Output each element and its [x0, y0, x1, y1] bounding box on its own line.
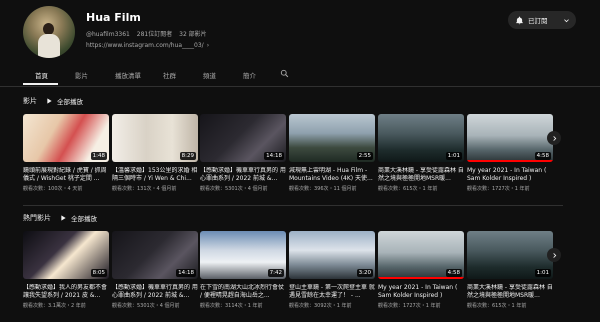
active-tab-indicator — [23, 83, 58, 85]
video-title[interactable]: 商業大溪林鏡 - 享受徒露森林 自然之境與極極開地MSR暖... — [378, 167, 464, 183]
video-thumbnail[interactable]: 2:55 — [289, 114, 375, 162]
video-meta: 觀看次數：396次・11 個月前 — [289, 186, 357, 192]
tabs-divider — [0, 86, 600, 87]
video-meta: 觀看次數：3092次・1 年前 — [289, 303, 352, 309]
video-meta: 觀看次數：131次・4 個月前 — [112, 186, 177, 192]
video-title[interactable]: 【溫馨求婚】153公里的求婚 相隔三個時市 / Yi Wen & Chi... — [112, 167, 198, 183]
video-duration: 1:01 — [534, 269, 551, 277]
video-duration: 4:58 — [445, 269, 462, 277]
shelf-divider — [23, 205, 563, 206]
video-thumbnail[interactable]: 8:05 — [23, 231, 109, 279]
channel-avatar[interactable] — [23, 6, 75, 58]
video-duration: 8:05 — [90, 269, 107, 277]
play-all-label: 全部播放 — [71, 215, 97, 223]
video-meta: 觀看次數：3.1萬次・2 年前 — [23, 303, 86, 309]
video-thumbnail[interactable]: 8:29 — [112, 114, 198, 162]
tab-community[interactable]: 社群 — [163, 70, 176, 80]
video-meta: 觀看次數：100次・4 天前 — [23, 186, 83, 192]
video-title[interactable]: 登山主車鏡 - 第一次爬登主車 就遇見雪餘在太幸運了！ - ... — [289, 284, 375, 300]
tab-channels[interactable]: 頻道 — [203, 70, 216, 80]
video-thumbnail[interactable]: 1:48 — [23, 114, 109, 162]
video-thumbnail[interactable]: 1:01 — [378, 114, 464, 162]
video-title[interactable]: 商業大溪林鏡 - 享受徒露森林 自然之境與極極開地MSR暖... — [467, 284, 553, 300]
shelf-title[interactable]: 熱門影片 — [23, 213, 51, 223]
watched-progress-bar — [378, 277, 464, 279]
video-duration: 14:18 — [264, 152, 284, 160]
video-thumbnail[interactable]: 3:20 — [289, 231, 375, 279]
watched-progress-bar — [467, 160, 553, 162]
channel-link[interactable]: https://www.instagram.com/hua____03/› — [86, 42, 209, 49]
channel-header: Hua Film @huafilm3361 281位訂閱者 32 部影片 htt… — [23, 6, 583, 58]
video-thumbnail[interactable]: 1:01 — [467, 231, 553, 279]
video-meta: 觀看次數：5301次・4 個月前 — [200, 186, 268, 192]
video-duration: 4:58 — [534, 152, 551, 160]
play-icon — [61, 215, 66, 221]
play-all-button[interactable]: 全部播放 — [45, 96, 83, 106]
video-thumbnail[interactable]: 4:58 — [378, 231, 464, 279]
video-duration: 3:20 — [356, 269, 373, 277]
play-all-button[interactable]: 全部播放 — [59, 213, 97, 223]
shelf-header-videos: 影片 全部播放 — [23, 96, 223, 108]
play-icon — [47, 98, 52, 104]
video-meta: 觀看次數：615次・1 年前 — [467, 303, 527, 309]
video-duration: 14:18 — [176, 269, 196, 277]
shelf-title[interactable]: 影片 — [23, 96, 37, 106]
subscribed-button[interactable]: 已訂閱 — [508, 11, 576, 29]
chevron-right-icon — [552, 135, 556, 141]
video-duration: 2:55 — [356, 152, 373, 160]
next-arrow-button[interactable] — [547, 248, 561, 262]
tab-videos[interactable]: 影片 — [75, 70, 88, 80]
channel-link-text[interactable]: https://www.instagram.com/hua____03/ — [86, 42, 204, 49]
video-thumbnail[interactable]: 14:18 — [112, 231, 198, 279]
video-thumbnail[interactable]: 14:18 — [200, 114, 286, 162]
video-meta: 觀看次數：615次・1 年前 — [378, 186, 438, 192]
video-title[interactable]: 【感動求婚】我人的男友都不會讓我失望系列 / 2021 皮 &... — [23, 284, 109, 300]
video-title[interactable]: My year 2021 - In Taiwan ( Sam Kolder In… — [378, 284, 464, 300]
video-duration: 7:42 — [267, 269, 284, 277]
video-title[interactable]: 【感動求婚】機車車行真男的 用心罪曲系列 / 2022 前城 &... — [200, 167, 286, 183]
channel-subscribers: 281位訂閱者 — [136, 31, 173, 38]
video-title[interactable]: 在下雪的南湖大山北冰烈行會仗 / 便裡晴晃趕自海山岳之... — [200, 284, 286, 300]
next-arrow-button[interactable] — [547, 131, 561, 145]
channel-video-count: 32 部影片 — [179, 31, 207, 38]
video-meta: 觀看次數：3114次・1 年前 — [200, 303, 263, 309]
video-thumbnail[interactable]: 7:42 — [200, 231, 286, 279]
channel-tabs: 首頁 影片 播放清單 社群 頻道 簡介 — [23, 66, 563, 86]
search-icon[interactable] — [280, 69, 289, 78]
video-meta: 觀看次數：1727次・1 年前 — [467, 186, 530, 192]
subscribed-label: 已訂閱 — [528, 17, 548, 25]
channel-name: Hua Film — [86, 11, 141, 24]
video-title[interactable]: 【感動求婚】機車車行真男的 用心罪曲系列 / 2022 前城 &... — [112, 284, 198, 300]
tab-about[interactable]: 簡介 — [243, 70, 256, 80]
tab-home[interactable]: 首頁 — [35, 70, 48, 80]
video-duration: 8:29 — [179, 152, 196, 160]
video-thumbnail[interactable]: 4:58 — [467, 114, 553, 162]
bell-icon — [516, 16, 523, 24]
shelf-header-popular: 熱門影片 全部播放 — [23, 213, 223, 225]
play-all-label: 全部播放 — [57, 98, 83, 106]
video-meta: 觀看次數：1727次・1 年前 — [378, 303, 441, 309]
channel-handle: @huafilm3361 — [86, 31, 130, 38]
channel-meta: @huafilm3361 281位訂閱者 32 部影片 — [86, 29, 207, 38]
chevron-right-icon — [552, 252, 556, 258]
video-meta: 觀看次數：5301次・4 個月前 — [112, 303, 180, 309]
video-duration: 1:01 — [445, 152, 462, 160]
video-title[interactable]: 減現無上雲明湖 - Hua Film - Mountains Video (4K… — [289, 167, 375, 183]
video-title[interactable]: My year 2021 - In Taiwan ( Sam Kolder In… — [467, 167, 553, 183]
chevron-down-icon — [564, 18, 569, 22]
video-duration: 1:48 — [90, 152, 107, 160]
video-title[interactable]: 鏡頭前展現對紀錄 / 虎寶 / 抓周儀式 / WishGet 桃子定間 ... — [23, 167, 109, 183]
tab-playlists[interactable]: 播放清單 — [115, 70, 141, 80]
chevron-right-icon: › — [206, 42, 210, 49]
